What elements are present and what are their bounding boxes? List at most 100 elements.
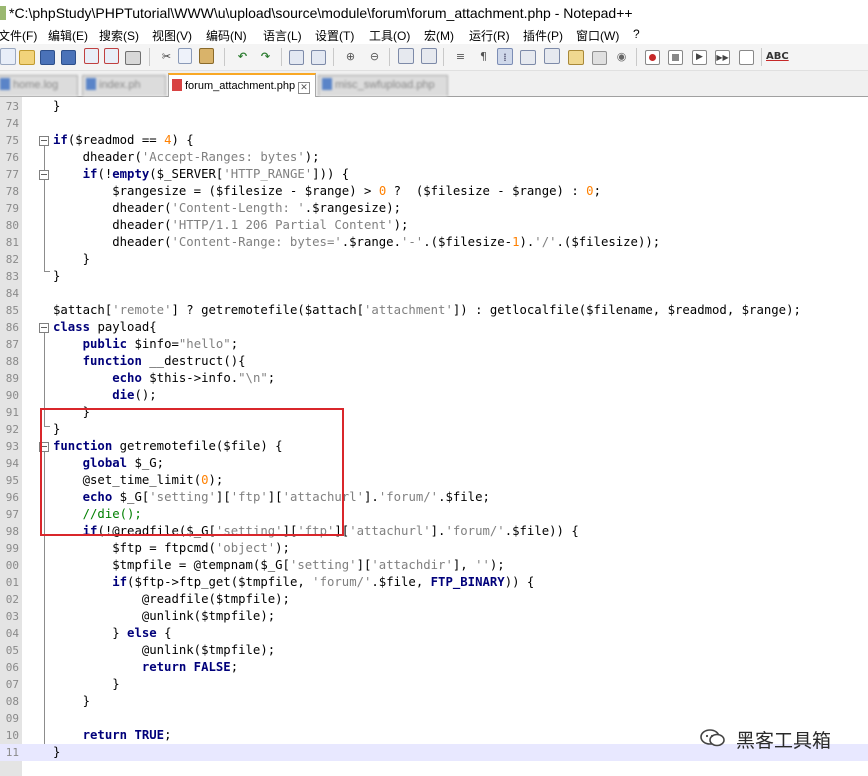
code-text: }	[53, 99, 61, 113]
paste-icon[interactable]	[199, 48, 214, 64]
spell-check-icon[interactable]: ABC	[766, 48, 789, 65]
find-icon[interactable]	[289, 50, 304, 65]
word-wrap-icon[interactable]: ≡	[452, 48, 469, 65]
code-text: return FALSE;	[141, 660, 239, 674]
code-line[interactable]: 83}	[0, 268, 868, 285]
play-macro-icon[interactable]: ▶	[692, 50, 707, 65]
code-line[interactable]: 84	[0, 285, 868, 302]
new-file-icon[interactable]	[0, 48, 16, 65]
code-line[interactable]: 77 if(!empty($_SERVER['HTTP_RANGE'])) {	[0, 166, 868, 183]
sync-v-icon[interactable]	[398, 48, 414, 64]
highlight-annotation-box	[40, 408, 344, 536]
function-list-icon[interactable]	[544, 48, 560, 64]
file-icon	[86, 78, 96, 90]
code-line[interactable]: 04 } else {	[0, 625, 868, 642]
code-line[interactable]: 06 return FALSE;	[0, 659, 868, 676]
wechat-icon	[700, 729, 725, 747]
tab-index-php[interactable]: index.ph	[82, 75, 166, 96]
code-line[interactable]: 85 $attach['remote'] ? getremotefile($att…	[0, 302, 868, 319]
tab-home-log[interactable]: home.log	[0, 75, 78, 96]
code-line[interactable]: 82 }	[0, 251, 868, 268]
indent-guide-icon[interactable]: ⁞	[497, 48, 513, 65]
menu-view[interactable]: 视图(V)	[152, 27, 192, 44]
zoom-out-icon[interactable]: ⊖	[366, 48, 383, 65]
code-line[interactable]: 09	[0, 710, 868, 727]
close-icon[interactable]	[84, 48, 99, 64]
code-line[interactable]: 79 dheader('Content-Length: '.$rangesize…	[0, 200, 868, 217]
menu-window[interactable]: 窗口(W)	[576, 27, 619, 44]
code-line[interactable]: 00 $tmpfile = @tempnam($_G['setting']['a…	[0, 557, 868, 574]
fold-toggle-icon[interactable]	[39, 170, 49, 180]
code-line[interactable]: 99 $ftp = ftpcmd('object');	[0, 540, 868, 557]
code-line[interactable]: 88 function __destruct(){	[0, 353, 868, 370]
run-macro-multiple-icon[interactable]: ▶▶	[715, 50, 730, 65]
sync-h-icon[interactable]	[421, 48, 437, 64]
menu-run[interactable]: 运行(R)	[469, 27, 510, 44]
line-number: 77	[5, 168, 19, 181]
tab-forum-attachment-php[interactable]: forum_attachment.php ✕	[168, 73, 316, 98]
print-icon[interactable]	[125, 51, 141, 65]
code-line[interactable]: 73}	[0, 98, 868, 115]
copy-icon[interactable]	[178, 48, 192, 64]
save-all-icon[interactable]	[61, 50, 76, 65]
save-icon[interactable]	[40, 50, 55, 65]
menu-bar: 文件(F) 编辑(E) 搜索(S) 视图(V) 编码(N) 语言(L) 设置(T…	[0, 26, 868, 44]
code-editor[interactable]: 73} 74 75 if($readmod == 4) {76 dheader('Ac…	[0, 97, 868, 776]
menu-plugins[interactable]: 插件(P)	[523, 27, 563, 44]
show-all-chars-icon[interactable]: ¶	[475, 48, 492, 65]
menu-language[interactable]: 语言(L)	[263, 27, 302, 44]
undo-icon[interactable]: ↶	[234, 48, 251, 65]
eye-icon[interactable]: ◉	[613, 48, 630, 65]
tab-misc-swfupload-php[interactable]: misc_swfupload.php	[318, 75, 448, 96]
code-line[interactable]: 80 dheader('HTTP/1.1 206 Partial Content…	[0, 217, 868, 234]
cut-icon[interactable]: ✂	[158, 48, 175, 65]
menu-tools[interactable]: 工具(O)	[369, 27, 410, 44]
code-line[interactable]: 86 class payload{	[0, 319, 868, 336]
code-line[interactable]: 89 echo $this->info."\n";	[0, 370, 868, 387]
line-number: 91	[5, 406, 19, 419]
tab-label: home.log	[13, 79, 59, 91]
doc-map-icon[interactable]	[520, 50, 536, 65]
monitor-icon[interactable]	[592, 51, 607, 65]
menu-settings[interactable]: 设置(T)	[315, 27, 354, 44]
close-tab-icon[interactable]: ✕	[298, 82, 311, 94]
folder-workspace-icon[interactable]	[568, 50, 584, 65]
code-text: }	[53, 252, 91, 266]
code-line[interactable]: 75 if($readmod == 4) {	[0, 132, 868, 149]
code-line[interactable]: 08 }	[0, 693, 868, 710]
code-line[interactable]: 78 $rangesize = ($filesize - $range) > 0…	[0, 183, 868, 200]
line-number: 86	[5, 321, 19, 334]
stop-macro-icon[interactable]	[668, 50, 683, 65]
close-all-icon[interactable]	[104, 48, 119, 64]
menu-help[interactable]: ?	[633, 27, 640, 41]
menu-search[interactable]: 搜索(S)	[99, 27, 139, 44]
tab-label: forum_attachment.php	[185, 80, 296, 92]
menu-encoding[interactable]: 编码(N)	[206, 27, 247, 44]
line-number: 74	[5, 117, 19, 130]
menu-macro[interactable]: 宏(M)	[424, 27, 454, 44]
tab-bar: home.log index.ph forum_attachment.php ✕ …	[0, 71, 868, 98]
code-line[interactable]: 90 die();	[0, 387, 868, 404]
zoom-in-icon[interactable]: ⊕	[342, 48, 359, 65]
menu-file[interactable]: 文件(F)	[0, 27, 37, 44]
line-number: 84	[5, 287, 19, 300]
replace-icon[interactable]	[311, 50, 326, 65]
code-line[interactable]: 03 @unlink($tmpfile);	[0, 608, 868, 625]
code-line[interactable]: 76 dheader('Accept-Ranges: bytes');	[0, 149, 868, 166]
code-line[interactable]: 87 public $info="hello";	[0, 336, 868, 353]
record-macro-icon[interactable]	[645, 50, 660, 65]
redo-icon[interactable]: ↷	[257, 48, 274, 65]
code-line[interactable]: 05 @unlink($tmpfile);	[0, 642, 868, 659]
menu-edit[interactable]: 编辑(E)	[48, 27, 88, 44]
code-line[interactable]: 81 dheader('Content-Range: bytes='.$rang…	[0, 234, 868, 251]
open-file-icon[interactable]	[19, 50, 35, 65]
code-line[interactable]: 02 @readfile($tmpfile);	[0, 591, 868, 608]
fold-toggle-icon[interactable]	[39, 323, 49, 333]
code-line[interactable]: 01 if($ftp->ftp_get($tmpfile, 'forum/'.$…	[0, 574, 868, 591]
line-number: 99	[5, 542, 19, 555]
fold-toggle-icon[interactable]	[39, 136, 49, 146]
save-macro-icon[interactable]	[739, 50, 754, 65]
code-line[interactable]: 74	[0, 115, 868, 132]
code-line[interactable]: 07 }	[0, 676, 868, 693]
code-text: }	[53, 677, 120, 691]
